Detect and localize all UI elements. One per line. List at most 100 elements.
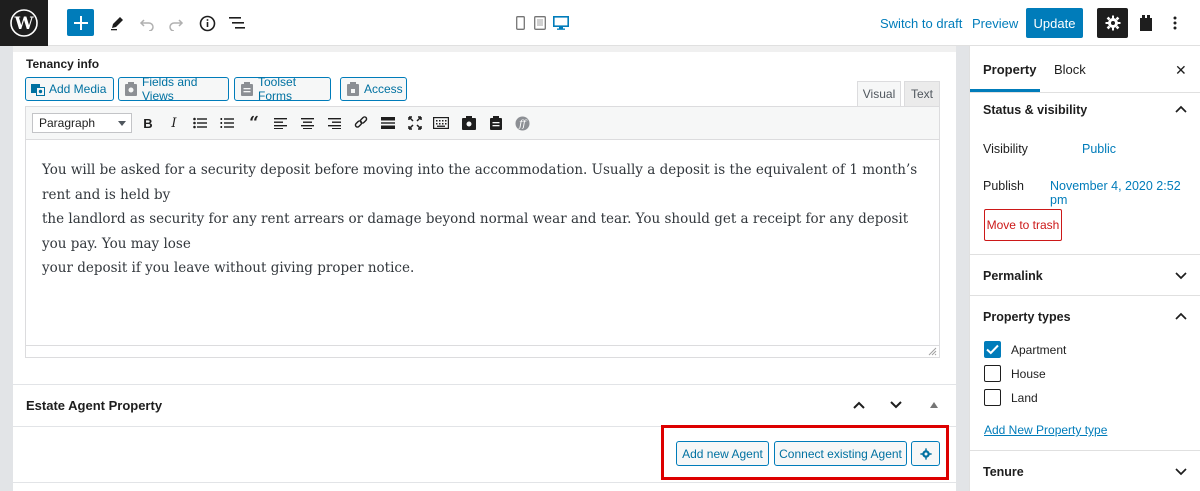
tablet-preview-icon[interactable] [532, 9, 548, 37]
settings-button[interactable] [1097, 8, 1128, 38]
close-icon[interactable]: ✕ [1175, 62, 1187, 79]
info-icon[interactable] [197, 9, 217, 37]
property-type-label: House [1011, 367, 1046, 381]
sidebar-divider [970, 254, 1200, 255]
property-type-label: Apartment [1011, 343, 1067, 357]
property-types-heading[interactable]: Property types [983, 310, 1071, 324]
metabox-title: Tenancy info [26, 57, 100, 71]
sidebar-divider [970, 92, 1200, 93]
update-button[interactable]: Update [1026, 8, 1083, 38]
rich-text-editor: Paragraph B I “ ff You will be asked for… [25, 106, 940, 358]
toolset-views-shortcode-icon[interactable] [461, 115, 477, 131]
chevron-up-icon[interactable] [1174, 309, 1188, 323]
fields-and-views-button[interactable]: Fields and Views [118, 75, 229, 103]
visibility-value[interactable]: Public [1082, 142, 1116, 156]
add-media-button[interactable]: Add Media [25, 77, 114, 101]
plus-icon [73, 15, 88, 30]
connect-existing-agent-button[interactable]: Connect existing Agent [774, 441, 907, 466]
fullscreen-icon[interactable] [407, 115, 423, 131]
sidebar-divider [970, 295, 1200, 296]
access-button[interactable]: Access [340, 77, 407, 101]
add-block-button[interactable] [67, 9, 94, 36]
keyboard-icon[interactable] [433, 115, 449, 131]
desktop-preview-icon[interactable] [552, 9, 570, 37]
align-left-icon[interactable] [272, 115, 288, 131]
checkmark-icon [986, 344, 999, 355]
checkbox-apartment[interactable] [984, 341, 1001, 358]
permalink-heading[interactable]: Permalink [983, 269, 1043, 283]
blockquote-icon[interactable]: “ [246, 113, 262, 133]
add-new-property-type-link[interactable]: Add New Property type [984, 423, 1107, 437]
collapse-toggle-icon[interactable] [924, 396, 944, 414]
add-media-label: Add Media [49, 82, 107, 96]
publish-date-value[interactable]: November 4, 2020 2:52 pm [1050, 179, 1200, 207]
sidebar-divider [970, 450, 1200, 451]
content-line: the landlord as security for any rent ar… [42, 211, 909, 252]
gear-icon [1105, 15, 1120, 31]
access-label: Access [364, 82, 403, 96]
mobile-preview-icon[interactable] [513, 9, 527, 37]
svg-text:W: W [13, 14, 34, 34]
fields-and-views-label: Fields and Views [142, 75, 198, 103]
wordpress-logo-icon[interactable]: W [0, 0, 48, 46]
toolset-views-icon [124, 82, 138, 96]
left-gutter [0, 46, 13, 491]
move-to-trash-button[interactable]: Move to trash [984, 209, 1062, 241]
bold-icon[interactable]: B [140, 115, 156, 131]
toolset-forms-button[interactable]: Toolset Forms [234, 75, 331, 103]
formidable-icon[interactable]: ff [514, 115, 530, 131]
editor-header: W Switch to draft Preview Update [0, 0, 1200, 46]
section-divider [13, 384, 956, 385]
editor-top-strip [13, 46, 956, 52]
tab-block[interactable]: Block [1054, 62, 1086, 77]
visibility-label: Visibility [983, 142, 1028, 156]
chevron-up-icon[interactable] [1174, 102, 1188, 116]
property-type-label: Land [1011, 391, 1038, 405]
format-select[interactable]: Paragraph [32, 113, 132, 133]
tab-text[interactable]: Text [904, 81, 940, 106]
settings-sidebar: Property Block ✕ Status & visibility Vis… [969, 46, 1200, 491]
undo-icon[interactable] [137, 9, 157, 37]
move-down-icon[interactable] [886, 396, 906, 414]
publish-label: Publish [983, 179, 1024, 193]
tab-property[interactable]: Property [983, 62, 1036, 77]
content-line: your deposit if you leave without giving… [42, 260, 415, 276]
checkbox-house[interactable] [984, 365, 1001, 382]
gear-icon [919, 447, 932, 460]
section-divider [13, 482, 956, 483]
chevron-down-icon[interactable] [1174, 268, 1188, 282]
link-icon[interactable] [353, 115, 369, 131]
tenure-heading[interactable]: Tenure [983, 465, 1024, 479]
tools-pencil-icon[interactable] [107, 9, 127, 37]
checkbox-land[interactable] [984, 389, 1001, 406]
resize-handle-icon[interactable] [928, 347, 937, 356]
agent-settings-button[interactable] [911, 441, 940, 466]
format-select-value: Paragraph [39, 116, 96, 130]
tab-visual[interactable]: Visual [857, 81, 901, 106]
switch-to-draft-button[interactable]: Switch to draft [880, 16, 962, 31]
media-icon [31, 82, 45, 96]
toolset-forms-icon [240, 82, 254, 96]
status-visibility-heading[interactable]: Status & visibility [983, 103, 1087, 117]
more-options-icon[interactable] [1168, 9, 1182, 37]
editor-content[interactable]: You will be asked for a security deposit… [26, 140, 939, 345]
chevron-down-icon[interactable] [1174, 464, 1188, 478]
right-gutter [956, 46, 969, 491]
numbered-list-icon[interactable] [219, 115, 235, 131]
redo-icon[interactable] [166, 9, 186, 37]
preview-button[interactable]: Preview [972, 16, 1018, 31]
read-more-icon[interactable] [380, 115, 396, 131]
toolset-access-icon [346, 82, 360, 96]
toolset-forms-shortcode-icon[interactable] [488, 115, 504, 131]
list-view-icon[interactable] [227, 9, 247, 37]
move-up-icon[interactable] [849, 396, 869, 414]
editor-toolbar: Paragraph B I “ ff [26, 107, 939, 140]
editor-statusbar [26, 345, 939, 357]
align-center-icon[interactable] [299, 115, 315, 131]
plugin-block-icon[interactable] [1138, 9, 1154, 37]
estate-agent-panel-title[interactable]: Estate Agent Property [26, 398, 162, 413]
align-right-icon[interactable] [326, 115, 342, 131]
add-new-agent-button[interactable]: Add new Agent [676, 441, 769, 466]
bullet-list-icon[interactable] [192, 115, 208, 131]
italic-icon[interactable]: I [166, 115, 182, 131]
